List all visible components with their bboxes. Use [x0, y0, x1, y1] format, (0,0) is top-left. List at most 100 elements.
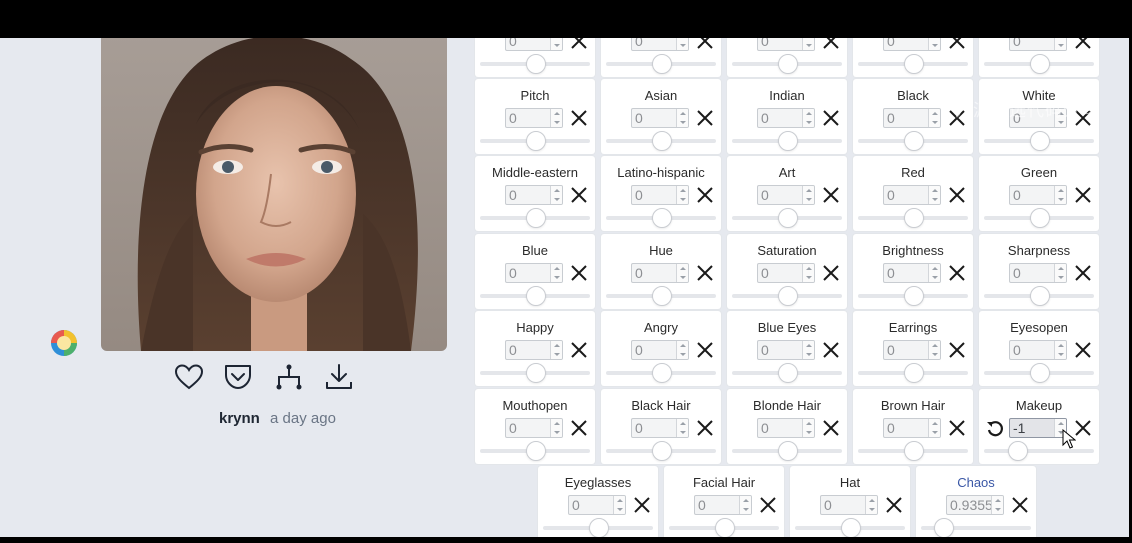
- slider-value-input[interactable]: 0: [883, 108, 941, 128]
- slider-value-input[interactable]: 0: [1009, 340, 1067, 360]
- slider-thumb[interactable]: [904, 286, 924, 306]
- slider-thumb[interactable]: [1030, 286, 1050, 306]
- slider-thumb[interactable]: [904, 441, 924, 461]
- spinner-arrows-icon[interactable]: [928, 109, 940, 127]
- slider-track[interactable]: [480, 441, 590, 461]
- spinner-arrows-icon[interactable]: [613, 496, 625, 514]
- spinner-arrows-icon[interactable]: [676, 109, 688, 127]
- slider-value-input[interactable]: 0: [757, 38, 815, 51]
- slider-thumb[interactable]: [934, 518, 954, 537]
- clear-button[interactable]: [1074, 264, 1092, 282]
- spinner-arrows-icon[interactable]: [928, 419, 940, 437]
- generated-portrait-image[interactable]: [101, 38, 447, 351]
- slider-thumb[interactable]: [652, 54, 672, 74]
- slider-track[interactable]: [858, 54, 968, 74]
- slider-value-input[interactable]: 0: [1009, 185, 1067, 205]
- clear-button[interactable]: [570, 419, 588, 437]
- spinner-arrows-icon[interactable]: [928, 38, 940, 50]
- slider-track[interactable]: [858, 131, 968, 151]
- spinner-arrows-icon[interactable]: [1054, 38, 1066, 50]
- slider-value-input[interactable]: 0: [1009, 38, 1067, 51]
- spinner-arrows-icon[interactable]: [802, 264, 814, 282]
- slider-thumb[interactable]: [778, 441, 798, 461]
- slider-value-input[interactable]: -1: [1009, 418, 1067, 438]
- slider-value-input[interactable]: 0: [568, 495, 626, 515]
- slider-thumb[interactable]: [904, 54, 924, 74]
- clear-button[interactable]: [948, 341, 966, 359]
- reset-button[interactable]: [986, 419, 1004, 437]
- slider-thumb[interactable]: [526, 441, 546, 461]
- slider-track[interactable]: [732, 208, 842, 228]
- slider-track[interactable]: [858, 363, 968, 383]
- slider-thumb[interactable]: [778, 131, 798, 151]
- slider-thumb[interactable]: [526, 286, 546, 306]
- spinner-arrows-icon[interactable]: [550, 186, 562, 204]
- slider-track[interactable]: [984, 286, 1094, 306]
- slider-value-input[interactable]: 0: [631, 38, 689, 51]
- slider-thumb[interactable]: [589, 518, 609, 537]
- spinner-arrows-icon[interactable]: [550, 341, 562, 359]
- clear-button[interactable]: [1074, 38, 1092, 50]
- spinner-arrows-icon[interactable]: [676, 264, 688, 282]
- spinner-arrows-icon[interactable]: [928, 264, 940, 282]
- slider-thumb[interactable]: [1008, 441, 1028, 461]
- slider-value-input[interactable]: 0: [757, 418, 815, 438]
- spinner-arrows-icon[interactable]: [676, 186, 688, 204]
- clear-button[interactable]: [1074, 341, 1092, 359]
- slider-value-input[interactable]: 0: [757, 108, 815, 128]
- slider-thumb[interactable]: [652, 286, 672, 306]
- slider-thumb[interactable]: [652, 208, 672, 228]
- slider-track[interactable]: [732, 441, 842, 461]
- slider-track[interactable]: [606, 54, 716, 74]
- slider-value-input[interactable]: 0: [883, 185, 941, 205]
- slider-track[interactable]: [606, 131, 716, 151]
- clear-button[interactable]: [696, 419, 714, 437]
- slider-thumb[interactable]: [526, 208, 546, 228]
- spinner-arrows-icon[interactable]: [802, 341, 814, 359]
- spinner-arrows-icon[interactable]: [991, 496, 1003, 514]
- slider-track[interactable]: [669, 518, 779, 537]
- slider-thumb[interactable]: [526, 54, 546, 74]
- spinner-arrows-icon[interactable]: [802, 419, 814, 437]
- spinner-arrows-icon[interactable]: [550, 419, 562, 437]
- slider-track[interactable]: [795, 518, 905, 537]
- slider-track[interactable]: [480, 131, 590, 151]
- spinner-arrows-icon[interactable]: [550, 264, 562, 282]
- remix-button[interactable]: [272, 360, 306, 394]
- clear-button[interactable]: [696, 341, 714, 359]
- slider-track[interactable]: [984, 363, 1094, 383]
- slider-value-input[interactable]: 0: [883, 418, 941, 438]
- spinner-arrows-icon[interactable]: [676, 38, 688, 50]
- slider-track[interactable]: [480, 286, 590, 306]
- slider-thumb[interactable]: [652, 441, 672, 461]
- slider-track[interactable]: [480, 54, 590, 74]
- slider-value-input[interactable]: 0: [505, 185, 563, 205]
- slider-value-input[interactable]: 0.9355: [946, 495, 1004, 515]
- clear-button[interactable]: [570, 341, 588, 359]
- slider-track[interactable]: [984, 208, 1094, 228]
- slider-track[interactable]: [606, 441, 716, 461]
- slider-track[interactable]: [732, 286, 842, 306]
- slider-track[interactable]: [480, 208, 590, 228]
- slider-track[interactable]: [732, 131, 842, 151]
- clear-button[interactable]: [885, 496, 903, 514]
- clear-button[interactable]: [570, 38, 588, 50]
- slider-value-input[interactable]: 0: [757, 263, 815, 283]
- slider-thumb[interactable]: [778, 363, 798, 383]
- save-button[interactable]: [221, 360, 255, 394]
- clear-button[interactable]: [696, 38, 714, 50]
- slider-value-input[interactable]: 0: [505, 340, 563, 360]
- clear-button[interactable]: [948, 264, 966, 282]
- spinner-arrows-icon[interactable]: [550, 38, 562, 50]
- slider-thumb[interactable]: [526, 131, 546, 151]
- slider-track[interactable]: [858, 441, 968, 461]
- spinner-arrows-icon[interactable]: [676, 419, 688, 437]
- clear-button[interactable]: [1074, 419, 1092, 437]
- slider-value-input[interactable]: 0: [631, 418, 689, 438]
- spinner-arrows-icon[interactable]: [676, 341, 688, 359]
- slider-value-input[interactable]: 0: [505, 38, 563, 51]
- clear-button[interactable]: [570, 109, 588, 127]
- clear-button[interactable]: [822, 38, 840, 50]
- slider-value-input[interactable]: 0: [757, 340, 815, 360]
- spinner-arrows-icon[interactable]: [739, 496, 751, 514]
